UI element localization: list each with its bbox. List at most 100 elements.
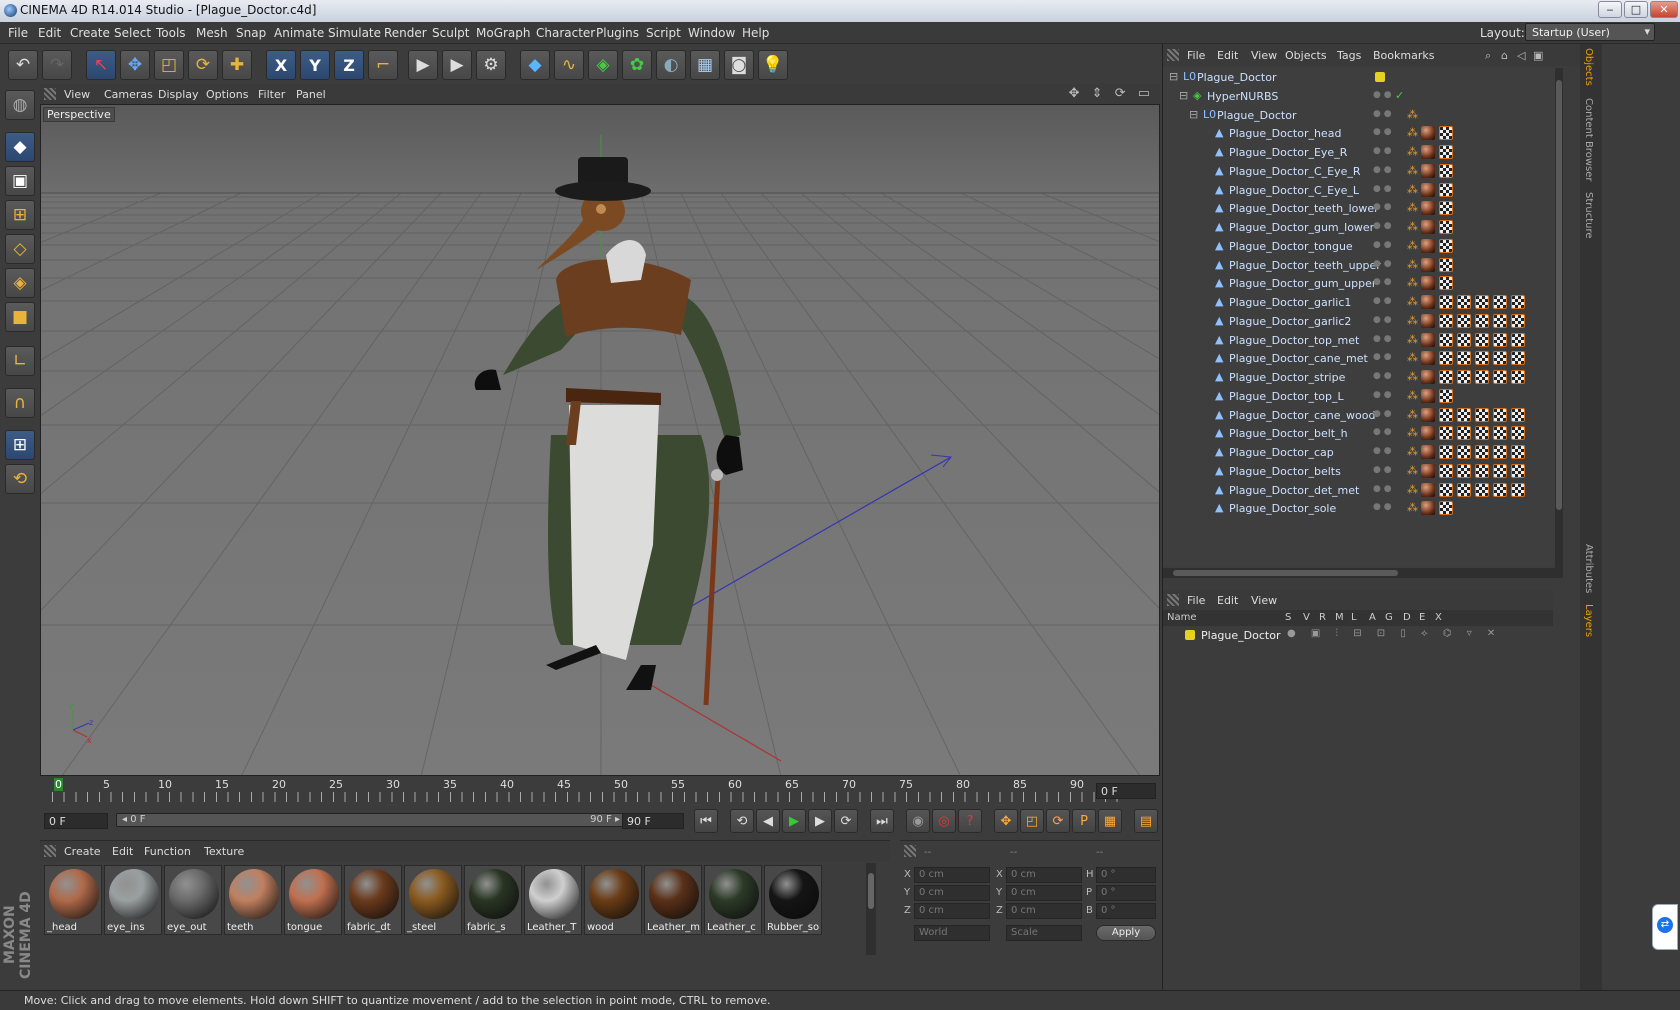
object-row[interactable]: ⊟ L0 Plague_Doctor ● ● ⁂ <box>1163 106 1563 125</box>
axis-mode-button[interactable]: ∟ <box>5 346 35 376</box>
object-row[interactable]: ▲ Plague_Doctor_garlic1 ● ● ⁂ <box>1163 293 1563 312</box>
material-menu-create[interactable]: Create <box>64 845 101 858</box>
object-row[interactable]: ▲ Plague_Doctor_cane_met ● ● ⁂ <box>1163 349 1563 368</box>
material-thumb[interactable]: _head <box>44 865 102 935</box>
new-panel-icon[interactable]: ▣ <box>1533 49 1543 62</box>
material-tag-icon[interactable] <box>1421 463 1435 478</box>
viewport-menu-options[interactable]: Options <box>206 88 248 101</box>
texture-tag-icon[interactable] <box>1439 426 1453 441</box>
object-name[interactable]: Plague_Doctor_cane_met <box>1229 352 1368 365</box>
phong-tag-icon[interactable]: ⁂ <box>1407 464 1418 477</box>
tab-objects[interactable]: Objects <box>1583 48 1594 86</box>
object-name[interactable]: Plague_Doctor_teeth_upper <box>1229 259 1381 272</box>
object-name[interactable]: Plague_Doctor <box>1217 109 1296 122</box>
make-editable-button[interactable]: ◍ <box>5 90 35 120</box>
material-tag-icon[interactable] <box>1421 426 1435 441</box>
tab-structure[interactable]: Structure <box>1583 192 1594 239</box>
render-view-button[interactable]: ▶ <box>408 50 438 80</box>
texture-tag-icon[interactable] <box>1439 370 1453 384</box>
panel-grip[interactable] <box>904 845 916 857</box>
texture-tag-icon[interactable] <box>1511 295 1525 309</box>
add-light-button[interactable]: 💡 <box>758 50 788 80</box>
layers-menu-file[interactable]: File <box>1187 594 1205 607</box>
texture-tag-icon[interactable] <box>1457 313 1471 328</box>
objects-menu-tags[interactable]: Tags <box>1337 49 1361 62</box>
object-name[interactable]: Plague_Doctor <box>1197 71 1276 84</box>
material-tag-icon[interactable] <box>1421 351 1435 366</box>
material-thumb[interactable]: Leather_T <box>524 865 582 935</box>
object-name[interactable]: Plague_Doctor_belts <box>1229 465 1341 478</box>
texture-tag-icon[interactable] <box>1457 445 1471 459</box>
visibility-dots[interactable]: ● ● <box>1373 409 1392 419</box>
texture-tag-icon[interactable] <box>1439 351 1453 366</box>
menu-select[interactable]: Select <box>114 26 151 40</box>
current-frame-field[interactable]: 0 F <box>1096 783 1156 799</box>
menu-window[interactable]: Window <box>688 26 735 40</box>
prev-key-button[interactable]: ⟲ <box>730 809 754 833</box>
apply-button[interactable]: Apply <box>1096 925 1156 941</box>
object-name[interactable]: Plague_Doctor_sole <box>1229 502 1336 515</box>
material-menu-function[interactable]: Function <box>144 845 191 858</box>
pos-x-field[interactable]: 0 cm <box>914 867 990 883</box>
phong-tag-icon[interactable]: ⁂ <box>1407 108 1418 121</box>
panel-grip[interactable] <box>1167 594 1179 606</box>
material-thumb[interactable]: fabric_dt <box>344 865 402 935</box>
texture-tag-icon[interactable] <box>1439 407 1453 422</box>
layer-col-solo[interactable]: S <box>1285 612 1291 623</box>
phong-tag-icon[interactable]: ⁂ <box>1407 183 1418 196</box>
object-name[interactable]: Plague_Doctor_tongue <box>1229 240 1353 253</box>
key-scale-button[interactable]: ◰ <box>1020 809 1044 833</box>
magnet-tool-button[interactable]: ∩ <box>5 388 35 418</box>
texture-tag-icon[interactable] <box>1439 501 1453 516</box>
panel-grip[interactable] <box>44 845 56 857</box>
visibility-dots[interactable]: ● ● <box>1373 109 1392 119</box>
layer-col-generators[interactable]: G <box>1385 612 1393 623</box>
material-thumb[interactable]: Rubber_so <box>764 865 822 935</box>
texture-tag-icon[interactable] <box>1439 445 1453 459</box>
layers-menu-view[interactable]: View <box>1251 594 1277 607</box>
texture-tag-icon[interactable] <box>1475 445 1489 459</box>
home-icon[interactable]: ⌂ <box>1501 49 1508 62</box>
visibility-dots[interactable]: ● ● <box>1373 352 1392 362</box>
object-row[interactable]: ▲ Plague_Doctor_C_Eye_L ● ● ⁂ <box>1163 181 1563 200</box>
menu-simulate[interactable]: Simulate <box>328 26 381 40</box>
panel-grip[interactable] <box>44 88 56 100</box>
object-name[interactable]: Plague_Doctor_garlic2 <box>1229 315 1351 328</box>
visibility-dots[interactable]: ● ● <box>1373 427 1392 437</box>
objects-menu-objects[interactable]: Objects <box>1285 49 1327 62</box>
visibility-dots[interactable]: ● ● <box>1373 90 1392 100</box>
panel-grip[interactable] <box>1167 49 1179 61</box>
keyframe-selection-button[interactable]: ? <box>958 809 982 833</box>
pos-y-field[interactable]: 0 cm <box>914 885 990 901</box>
object-name[interactable]: Plague_Doctor_head <box>1229 127 1341 140</box>
phong-tag-icon[interactable]: ⁂ <box>1407 445 1418 458</box>
texture-tag-icon[interactable] <box>1511 482 1525 497</box>
object-row[interactable]: ▲ Plague_Doctor_belts ● ● ⁂ <box>1163 462 1563 481</box>
expand-toggle-icon[interactable]: ⊟ <box>1169 70 1178 83</box>
texture-tag-icon[interactable] <box>1439 388 1453 403</box>
texture-tag-icon[interactable] <box>1493 426 1507 441</box>
phong-tag-icon[interactable]: ⁂ <box>1407 314 1418 327</box>
size-y-field[interactable]: 0 cm <box>1006 885 1082 901</box>
phong-tag-icon[interactable]: ⁂ <box>1407 276 1418 289</box>
points-mode-button[interactable]: ◇ <box>5 234 35 264</box>
texture-tag-icon[interactable] <box>1439 332 1453 347</box>
object-tree-hscroll-thumb[interactable] <box>1173 570 1398 576</box>
autokeying-button[interactable]: ◎ <box>932 809 956 833</box>
visibility-dots[interactable]: ● ● <box>1373 202 1392 212</box>
size-x-field[interactable]: 0 cm <box>1006 867 1082 883</box>
texture-tag-icon[interactable] <box>1493 407 1507 422</box>
material-tag-icon[interactable] <box>1421 182 1435 197</box>
back-icon[interactable]: ◁ <box>1517 49 1525 62</box>
viewport-menu-panel[interactable]: Panel <box>296 88 326 101</box>
next-frame-button[interactable]: ▶ <box>808 809 832 833</box>
texture-tag-icon[interactable] <box>1439 220 1453 234</box>
material-thumb[interactable]: eye_out <box>164 865 222 935</box>
search-icon[interactable]: ⌕ <box>1485 49 1491 63</box>
material-tag-icon[interactable] <box>1421 201 1435 216</box>
texture-tag-icon[interactable] <box>1493 482 1507 497</box>
object-name[interactable]: Plague_Doctor_top_met <box>1229 334 1359 347</box>
material-tag-icon[interactable] <box>1421 388 1435 403</box>
texture-tag-icon[interactable] <box>1475 370 1489 384</box>
texture-tag-icon[interactable] <box>1511 332 1525 347</box>
